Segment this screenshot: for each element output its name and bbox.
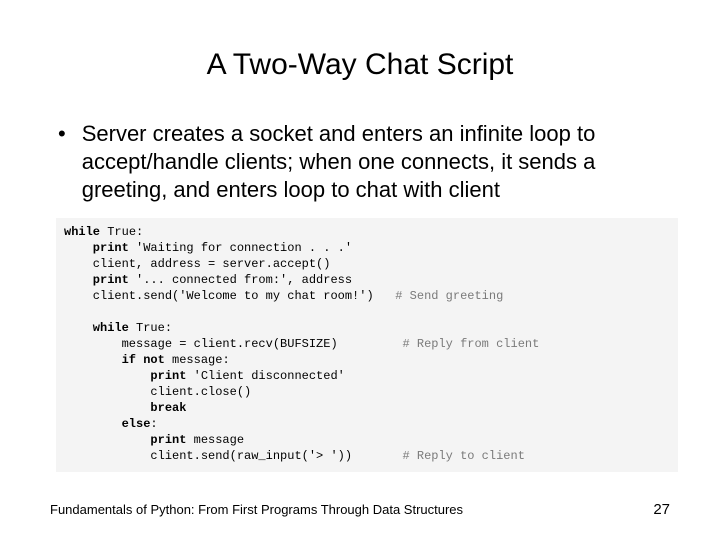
code-text: client.send('Welcome to my chat room!') bbox=[64, 289, 395, 303]
code-text: 'Client disconnected' bbox=[186, 369, 344, 383]
bullet-text: Server creates a socket and enters an in… bbox=[82, 120, 670, 204]
code-text: client.send(raw_input('> ')) bbox=[64, 449, 402, 463]
code-comment: # Send greeting bbox=[395, 289, 503, 303]
code-kw: print bbox=[64, 369, 186, 383]
code-text: True: bbox=[129, 321, 172, 335]
code-block: while True: print 'Waiting for connectio… bbox=[56, 218, 678, 472]
code-kw: while bbox=[64, 321, 129, 335]
code-comment: # Reply to client bbox=[402, 449, 524, 463]
code-kw: else bbox=[64, 417, 150, 431]
footer-text: Fundamentals of Python: From First Progr… bbox=[50, 502, 463, 517]
code-kw: break bbox=[64, 401, 186, 415]
slide-footer: Fundamentals of Python: From First Progr… bbox=[50, 501, 670, 518]
code-text: message bbox=[186, 433, 244, 447]
code-text: message: bbox=[165, 353, 230, 367]
code-text: client.close() bbox=[64, 385, 251, 399]
code-text: : bbox=[150, 417, 157, 431]
bullet-item: • Server creates a socket and enters an … bbox=[58, 120, 670, 204]
code-text: message = client.recv(BUFSIZE) bbox=[64, 337, 402, 351]
code-text: client, address = server.accept() bbox=[64, 257, 330, 271]
code-kw: while bbox=[64, 225, 100, 239]
code-kw: print bbox=[64, 273, 129, 287]
code-text: '... connected from:', address bbox=[129, 273, 352, 287]
code-kw: print bbox=[64, 433, 186, 447]
bullet-dot-icon: • bbox=[58, 120, 66, 148]
slide-title: A Two-Way Chat Script bbox=[50, 48, 670, 82]
slide: A Two-Way Chat Script • Server creates a… bbox=[0, 0, 720, 540]
code-text: 'Waiting for connection . . .' bbox=[129, 241, 352, 255]
code-kw: if not bbox=[64, 353, 165, 367]
code-text: True: bbox=[100, 225, 143, 239]
code-comment: # Reply from client bbox=[402, 337, 539, 351]
page-number: 27 bbox=[653, 501, 670, 518]
code-kw: print bbox=[64, 241, 129, 255]
